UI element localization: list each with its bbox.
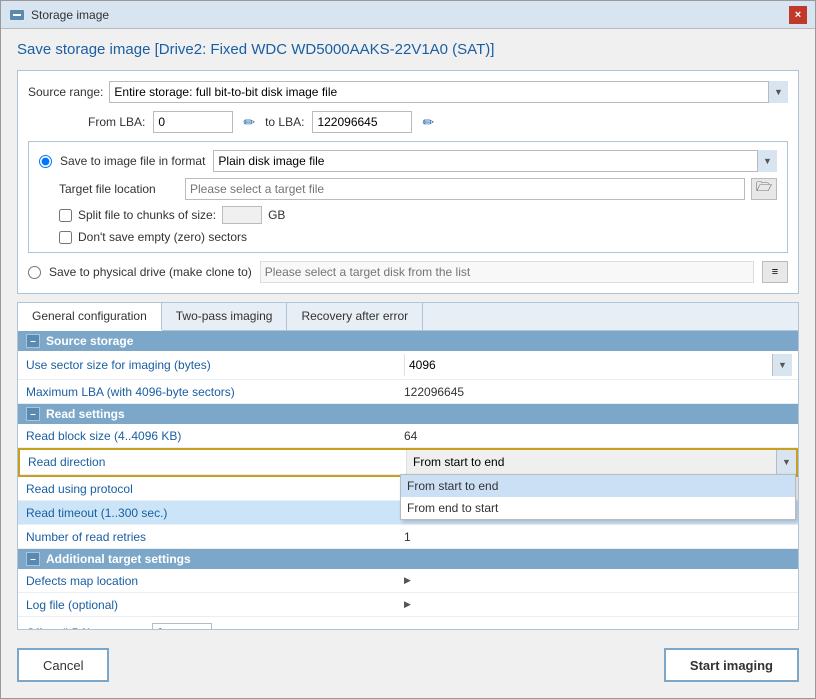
option-from-start[interactable]: From start to end <box>401 475 795 497</box>
option-from-end[interactable]: From end to start <box>401 497 795 519</box>
sector-size-label: Use sector size for imaging (bytes) <box>18 355 398 375</box>
defects-map-arrow-row: ▶ <box>404 575 792 586</box>
offset-label: Offset (LBA) on target: <box>26 626 146 629</box>
title-bar-left: Storage image <box>9 7 109 23</box>
source-range-label: Source range: <box>28 85 103 99</box>
target-file-label: Target file location <box>59 182 179 196</box>
to-lba-label: to LBA: <box>265 115 304 129</box>
main-window: Storage image × Save storage image [Driv… <box>0 0 816 699</box>
chunk-unit-label: GB <box>268 208 285 222</box>
tabs-container: General configuration Two-pass imaging R… <box>17 302 799 630</box>
to-lba-input[interactable] <box>312 111 412 133</box>
read-timeout-label: Read timeout (1..300 sec.) <box>18 503 398 523</box>
from-lba-edit-button[interactable]: ✏ <box>241 114 257 131</box>
additional-target-header: – Additional target settings <box>18 549 798 569</box>
split-file-row: Split file to chunks of size: GB <box>39 206 777 224</box>
source-range-select[interactable]: Entire storage: full bit-to-bit disk ima… <box>109 81 788 103</box>
tab-content-general: – Source storage Use sector size for ima… <box>18 331 798 629</box>
physical-drive-input[interactable] <box>260 261 754 283</box>
browse-folder-button[interactable]: 🗁 <box>751 178 777 200</box>
offset-row: Offset (LBA) on target: ✏ <box>18 617 798 629</box>
physical-drive-label: Save to physical drive (make clone to) <box>49 265 252 279</box>
sector-size-value: 4096 ▼ <box>398 351 798 379</box>
read-direction-row: Read direction From start to end From en… <box>20 450 796 475</box>
chunk-size-input[interactable] <box>222 206 262 224</box>
no-empty-sectors-row: Don't save empty (zero) sectors <box>39 230 777 244</box>
additional-target-collapse[interactable]: – <box>26 552 40 566</box>
top-panel: Source range: Entire storage: full bit-t… <box>17 70 799 294</box>
to-lba-edit-button[interactable]: ✏ <box>420 114 436 131</box>
split-file-checkbox[interactable] <box>59 209 72 222</box>
source-storage-title: Source storage <box>46 334 133 348</box>
sector-size-row: Use sector size for imaging (bytes) 4096… <box>18 351 798 380</box>
read-retries-value: 1 <box>398 527 798 547</box>
split-file-label: Split file to chunks of size: <box>78 208 216 222</box>
log-file-arrow-icon: ▶ <box>404 599 415 610</box>
tab-recovery[interactable]: Recovery after error <box>287 303 423 330</box>
tab-two-pass[interactable]: Two-pass imaging <box>162 303 288 330</box>
save-image-radio[interactable] <box>39 155 52 168</box>
source-storage-collapse[interactable]: – <box>26 334 40 348</box>
no-empty-sectors-checkbox[interactable] <box>59 231 72 244</box>
max-lba-value: 122096645 <box>398 382 798 402</box>
log-file-arrow-row: ▶ <box>404 599 792 610</box>
title-bar: Storage image × <box>1 1 815 29</box>
max-lba-label: Maximum LBA (with 4096-byte sectors) <box>18 382 398 402</box>
read-block-size-row: Read block size (4..4096 KB) 64 <box>18 424 798 448</box>
additional-target-title: Additional target settings <box>46 552 191 566</box>
read-settings-header: – Read settings <box>18 404 798 424</box>
footer-buttons: Cancel Start imaging <box>17 638 799 686</box>
save-image-label: Save to image file in format <box>60 154 205 168</box>
offset-edit-button[interactable]: ✏ <box>218 625 234 630</box>
target-file-row: Target file location 🗁 <box>39 178 777 200</box>
target-file-input[interactable] <box>185 178 745 200</box>
read-block-size-label: Read block size (4..4096 KB) <box>18 426 398 446</box>
read-direction-dropdown-wrapper: From start to end From end to start ▼ <box>406 450 796 474</box>
read-retries-row: Number of read retries 1 <box>18 525 798 549</box>
source-storage-header: – Source storage <box>18 331 798 351</box>
offset-input[interactable] <box>152 623 212 629</box>
tabs-header: General configuration Two-pass imaging R… <box>18 303 798 331</box>
read-retries-label: Number of read retries <box>18 527 398 547</box>
defects-map-row: Defects map location ▶ <box>18 569 798 593</box>
no-empty-sectors-label: Don't save empty (zero) sectors <box>78 230 247 244</box>
sector-size-select[interactable]: 4096 <box>404 354 792 376</box>
format-select-wrapper: Plain disk image file ▼ <box>213 150 777 172</box>
source-range-row: Source range: Entire storage: full bit-t… <box>28 81 788 103</box>
max-lba-row: Maximum LBA (with 4096-byte sectors) 122… <box>18 380 798 404</box>
source-range-select-wrapper: Entire storage: full bit-to-bit disk ima… <box>109 81 788 103</box>
format-select[interactable]: Plain disk image file <box>213 150 777 172</box>
window-body: Save storage image [Drive2: Fixed WDC WD… <box>1 29 815 698</box>
read-settings-collapse[interactable]: – <box>26 407 40 421</box>
defects-map-value: ▶ <box>398 572 798 589</box>
defects-map-arrow-icon: ▶ <box>404 575 415 586</box>
defects-map-label: Defects map location <box>18 571 398 591</box>
read-direction-container: Read direction From start to end From en… <box>18 448 798 477</box>
read-protocol-label: Read using protocol <box>18 479 398 499</box>
read-direction-options: From start to end From end to start <box>400 474 796 520</box>
from-lba-input[interactable] <box>153 111 233 133</box>
log-file-row: Log file (optional) ▶ <box>18 593 798 617</box>
close-button[interactable]: × <box>789 6 807 24</box>
tab-general[interactable]: General configuration <box>18 303 162 331</box>
log-file-value: ▶ <box>398 596 798 613</box>
physical-drive-radio[interactable] <box>28 266 41 279</box>
save-image-section: Save to image file in format Plain disk … <box>28 141 788 253</box>
read-direction-label: Read direction <box>20 452 400 472</box>
from-to-lba-row: From LBA: ✏ to LBA: ✏ <box>28 111 788 133</box>
read-block-size-value: 64 <box>398 426 798 446</box>
main-title: Save storage image [Drive2: Fixed WDC WD… <box>17 41 799 58</box>
window-title: Storage image <box>31 8 109 22</box>
app-icon <box>9 7 25 23</box>
read-direction-select[interactable]: From start to end From end to start <box>406 450 796 474</box>
physical-drive-list-button[interactable]: ≡ <box>762 261 788 283</box>
sector-size-select-wrapper: 4096 ▼ <box>404 354 792 376</box>
start-imaging-button[interactable]: Start imaging <box>664 648 799 682</box>
from-lba-label: From LBA: <box>88 115 145 129</box>
save-image-radio-row: Save to image file in format Plain disk … <box>39 150 777 172</box>
cancel-button[interactable]: Cancel <box>17 648 109 682</box>
read-settings-title: Read settings <box>46 407 125 421</box>
physical-drive-row: Save to physical drive (make clone to) ≡ <box>28 261 788 283</box>
log-file-label: Log file (optional) <box>18 595 398 615</box>
